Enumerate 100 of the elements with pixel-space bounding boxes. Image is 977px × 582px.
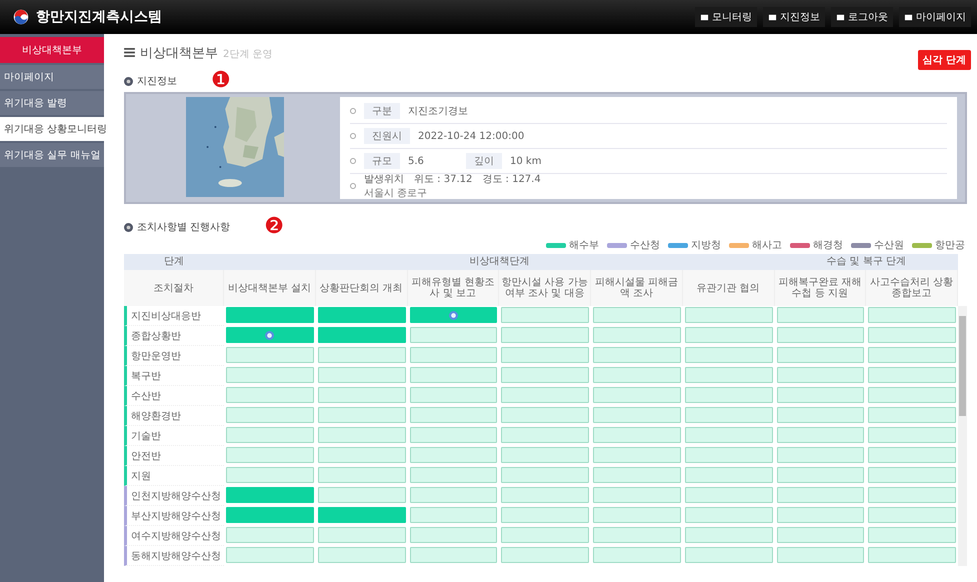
status-cell[interactable] <box>684 367 772 383</box>
status-cell[interactable] <box>410 307 498 323</box>
status-cell[interactable] <box>318 527 406 543</box>
status-cell[interactable] <box>410 407 498 423</box>
status-cell[interactable] <box>776 327 864 343</box>
status-cell[interactable] <box>684 307 772 323</box>
status-cell[interactable] <box>776 407 864 423</box>
status-cell[interactable] <box>226 467 314 483</box>
status-cell[interactable] <box>410 367 498 383</box>
status-cell[interactable] <box>226 327 314 343</box>
status-cell[interactable] <box>410 507 498 523</box>
status-cell[interactable] <box>776 387 864 403</box>
status-cell[interactable] <box>684 527 772 543</box>
status-cell[interactable] <box>226 347 314 363</box>
status-cell[interactable] <box>593 467 681 483</box>
status-cell[interactable] <box>776 487 864 503</box>
status-cell[interactable] <box>410 347 498 363</box>
status-cell[interactable] <box>410 547 498 563</box>
sidebar-item[interactable]: 위기대응 실무 매뉴얼 <box>0 143 104 169</box>
status-cell[interactable] <box>501 507 589 523</box>
status-cell[interactable] <box>410 487 498 503</box>
sidebar-item[interactable]: 마이페이지 <box>0 65 104 91</box>
status-cell[interactable] <box>868 427 956 443</box>
status-cell[interactable] <box>868 507 956 523</box>
status-cell[interactable] <box>226 407 314 423</box>
status-cell[interactable] <box>318 487 406 503</box>
status-cell[interactable] <box>593 387 681 403</box>
status-cell[interactable] <box>501 327 589 343</box>
status-cell[interactable] <box>776 467 864 483</box>
status-cell[interactable] <box>501 307 589 323</box>
status-cell[interactable] <box>226 367 314 383</box>
status-cell[interactable] <box>501 347 589 363</box>
status-cell[interactable] <box>776 367 864 383</box>
status-cell[interactable] <box>501 407 589 423</box>
nav-button[interactable]: 마이페이지 <box>899 7 971 27</box>
scrollbar[interactable] <box>958 306 967 566</box>
status-cell[interactable] <box>593 407 681 423</box>
status-cell[interactable] <box>226 507 314 523</box>
status-cell[interactable] <box>501 547 589 563</box>
status-cell[interactable] <box>684 347 772 363</box>
status-cell[interactable] <box>226 447 314 463</box>
status-cell[interactable] <box>776 547 864 563</box>
status-cell[interactable] <box>868 387 956 403</box>
status-cell[interactable] <box>318 387 406 403</box>
status-cell[interactable] <box>684 407 772 423</box>
status-cell[interactable] <box>226 487 314 503</box>
nav-button[interactable]: 로그아웃 <box>831 7 893 27</box>
status-cell[interactable] <box>410 527 498 543</box>
status-cell[interactable] <box>410 427 498 443</box>
status-cell[interactable] <box>776 447 864 463</box>
sidebar-item[interactable]: 위기대응 상황모니터링 <box>0 117 104 143</box>
status-cell[interactable] <box>684 427 772 443</box>
status-cell[interactable] <box>501 527 589 543</box>
status-cell[interactable] <box>776 307 864 323</box>
status-cell[interactable] <box>318 367 406 383</box>
status-cell[interactable] <box>318 547 406 563</box>
status-cell[interactable] <box>868 487 956 503</box>
status-cell[interactable] <box>684 507 772 523</box>
nav-button[interactable]: 모니터링 <box>695 7 757 27</box>
status-cell[interactable] <box>318 307 406 323</box>
status-cell[interactable] <box>501 387 589 403</box>
status-cell[interactable] <box>868 407 956 423</box>
status-cell[interactable] <box>684 447 772 463</box>
status-cell[interactable] <box>776 507 864 523</box>
status-cell[interactable] <box>868 527 956 543</box>
status-cell[interactable] <box>776 427 864 443</box>
status-cell[interactable] <box>684 387 772 403</box>
status-cell[interactable] <box>501 467 589 483</box>
status-cell[interactable] <box>684 487 772 503</box>
status-cell[interactable] <box>226 547 314 563</box>
status-cell[interactable] <box>410 327 498 343</box>
status-cell[interactable] <box>868 307 956 323</box>
status-cell[interactable] <box>226 387 314 403</box>
status-cell[interactable] <box>868 327 956 343</box>
status-cell[interactable] <box>593 347 681 363</box>
status-cell[interactable] <box>501 427 589 443</box>
status-cell[interactable] <box>226 427 314 443</box>
status-cell[interactable] <box>776 347 864 363</box>
status-cell[interactable] <box>593 487 681 503</box>
sidebar-item[interactable]: 위기대응 발령 <box>0 91 104 117</box>
status-cell[interactable] <box>226 307 314 323</box>
status-cell[interactable] <box>318 347 406 363</box>
status-cell[interactable] <box>318 507 406 523</box>
status-cell[interactable] <box>593 307 681 323</box>
status-cell[interactable] <box>868 467 956 483</box>
status-cell[interactable] <box>226 527 314 543</box>
nav-button[interactable]: 지진정보 <box>763 7 825 27</box>
status-cell[interactable] <box>318 327 406 343</box>
status-cell[interactable] <box>868 347 956 363</box>
status-cell[interactable] <box>593 547 681 563</box>
status-cell[interactable] <box>318 427 406 443</box>
status-cell[interactable] <box>593 327 681 343</box>
status-cell[interactable] <box>410 387 498 403</box>
status-cell[interactable] <box>410 447 498 463</box>
status-cell[interactable] <box>593 427 681 443</box>
status-cell[interactable] <box>318 467 406 483</box>
status-cell[interactable] <box>318 447 406 463</box>
status-cell[interactable] <box>501 487 589 503</box>
status-cell[interactable] <box>318 407 406 423</box>
status-cell[interactable] <box>684 327 772 343</box>
